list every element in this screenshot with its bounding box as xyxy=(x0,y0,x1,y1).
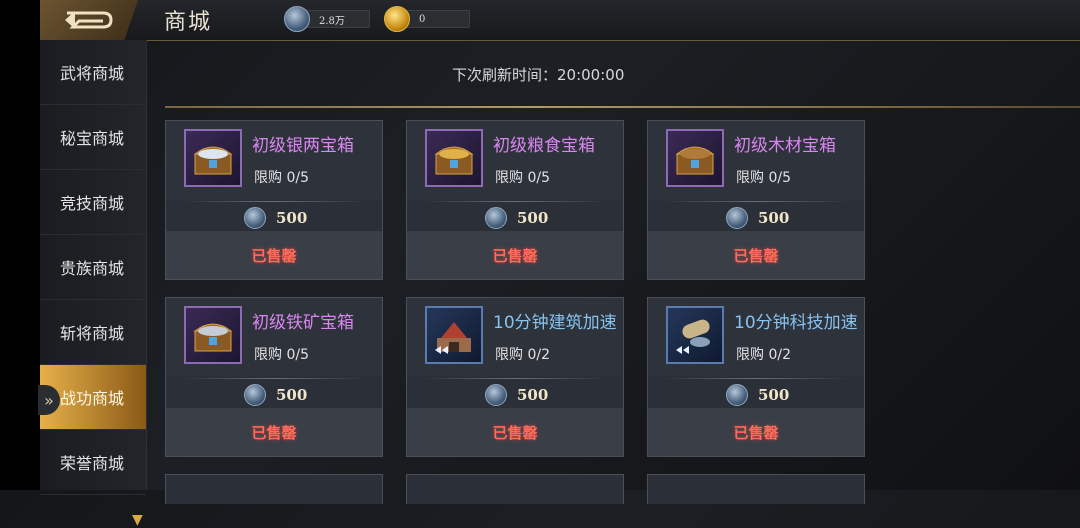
purchase-limit: 限购 0/5 xyxy=(254,170,309,186)
sold-out-label: 已售罄 xyxy=(251,246,297,265)
sold-out-label: 已售罄 xyxy=(492,423,538,442)
shop-item-card[interactable]: 初级银两宝箱 限购 0/5 500 已售罄 xyxy=(165,120,383,280)
sold-out-button[interactable]: 已售罄 xyxy=(407,231,623,279)
sidebar-item-label: 贵族商城 xyxy=(60,259,125,278)
item-name: 10分钟建筑加速 xyxy=(493,313,617,333)
shop-item-card-partial[interactable] xyxy=(406,474,624,504)
item-name: 初级铁矿宝箱 xyxy=(252,313,354,333)
price-value: 500 xyxy=(517,209,549,227)
silver-coin-icon xyxy=(244,384,266,406)
sidebar-item-general-shop[interactable]: 武将商城 xyxy=(40,40,146,105)
back-arrow-icon xyxy=(65,11,113,29)
sidebar-item-label: 荣誉商城 xyxy=(60,454,125,473)
silver-coin-icon xyxy=(485,384,507,406)
item-price: 500 xyxy=(726,384,789,406)
treasure-chest-iron-icon xyxy=(184,306,242,364)
divider xyxy=(165,106,1080,108)
sidebar-item-label: 战功商城 xyxy=(60,389,125,408)
silver-coin-icon xyxy=(726,384,748,406)
treasure-chest-food-icon xyxy=(425,129,483,187)
sidebar-item-treasure-shop[interactable]: 秘宝商城 xyxy=(40,105,146,170)
gold-amount: 0 xyxy=(419,13,426,25)
silver-coin-icon xyxy=(244,207,266,229)
price-value: 500 xyxy=(758,386,790,404)
purchase-limit: 限购 0/5 xyxy=(736,170,791,186)
item-price: 500 xyxy=(726,207,789,229)
sold-out-button[interactable]: 已售罄 xyxy=(166,231,382,279)
tech-speedup-icon xyxy=(666,306,724,364)
shop-item-card-partial[interactable] xyxy=(165,474,383,504)
sidebar-item-label: 竞技商城 xyxy=(60,194,125,213)
expand-chevron-icon[interactable]: » xyxy=(38,385,60,415)
sidebar-item-label: 斩将商城 xyxy=(60,324,125,343)
silver-coin-icon xyxy=(485,207,507,229)
shop-item-card[interactable]: 10分钟建筑加速 限购 0/2 500 已售罄 xyxy=(406,297,624,457)
price-value: 500 xyxy=(517,386,549,404)
sidebar-item-label: 秘宝商城 xyxy=(60,129,125,148)
shop-item-card-partial[interactable] xyxy=(647,474,865,504)
building-speedup-icon xyxy=(425,306,483,364)
scroll-down-icon[interactable]: ▼ xyxy=(132,512,143,528)
item-price: 500 xyxy=(485,207,548,229)
sold-out-label: 已售罄 xyxy=(492,246,538,265)
treasure-chest-wood-icon xyxy=(666,129,724,187)
sidebar-item-merit-shop[interactable]: » 战功商城 xyxy=(38,365,146,430)
silver-coin-icon xyxy=(726,207,748,229)
sold-out-button[interactable]: 已售罄 xyxy=(166,408,382,456)
shop-item-card[interactable]: 初级木材宝箱 限购 0/5 500 已售罄 xyxy=(647,120,865,280)
shop-item-card[interactable]: 初级铁矿宝箱 限购 0/5 500 已售罄 xyxy=(165,297,383,457)
item-price: 500 xyxy=(244,384,307,406)
item-name: 初级粮食宝箱 xyxy=(493,136,595,156)
gold-coin-icon xyxy=(384,6,410,32)
price-value: 500 xyxy=(276,209,308,227)
price-value: 500 xyxy=(276,386,308,404)
item-price: 500 xyxy=(485,384,548,406)
treasure-chest-silver-icon xyxy=(184,129,242,187)
resource-silver: 2.8万 xyxy=(284,6,370,32)
sidebar-item-noble-shop[interactable]: 贵族商城 xyxy=(40,235,146,300)
refresh-timer: 下次刷新时间：20:00:00 xyxy=(452,66,625,84)
purchase-limit: 限购 0/5 xyxy=(495,170,550,186)
item-name: 初级木材宝箱 xyxy=(734,136,836,156)
sold-out-label: 已售罄 xyxy=(733,423,779,442)
sold-out-button[interactable]: 已售罄 xyxy=(407,408,623,456)
screen-edge xyxy=(0,0,40,490)
silver-coin-icon xyxy=(284,6,310,32)
sidebar-item-honor-shop[interactable]: 荣誉商城 xyxy=(40,430,146,495)
purchase-limit: 限购 0/2 xyxy=(736,347,791,363)
shop-item-card[interactable]: 10分钟科技加速 限购 0/2 500 已售罄 xyxy=(647,297,865,457)
sidebar-item-slay-shop[interactable]: 斩将商城 xyxy=(40,300,146,365)
sidebar-item-arena-shop[interactable]: 竞技商城 xyxy=(40,170,146,235)
sidebar-item-label: 武将商城 xyxy=(60,64,125,83)
resource-gold: 0 xyxy=(384,6,470,32)
shop-item-card[interactable]: 初级粮食宝箱 限购 0/5 500 已售罄 xyxy=(406,120,624,280)
price-value: 500 xyxy=(758,209,790,227)
sold-out-button[interactable]: 已售罄 xyxy=(648,408,864,456)
back-button[interactable] xyxy=(40,0,138,40)
item-name: 初级银两宝箱 xyxy=(252,136,354,156)
sold-out-button[interactable]: 已售罄 xyxy=(648,231,864,279)
shop-sidebar: 武将商城 秘宝商城 竞技商城 贵族商城 斩将商城 » 战功商城 荣誉商城 ▼ xyxy=(38,40,147,528)
sold-out-label: 已售罄 xyxy=(251,423,297,442)
item-name: 10分钟科技加速 xyxy=(734,313,858,333)
top-bar: 商城 2.8万 0 xyxy=(40,0,1080,41)
purchase-limit: 限购 0/5 xyxy=(254,347,309,363)
item-price: 500 xyxy=(244,207,307,229)
silver-amount: 2.8万 xyxy=(319,15,345,27)
page-title: 商城 xyxy=(164,10,213,35)
purchase-limit: 限购 0/2 xyxy=(495,347,550,363)
sold-out-label: 已售罄 xyxy=(733,246,779,265)
